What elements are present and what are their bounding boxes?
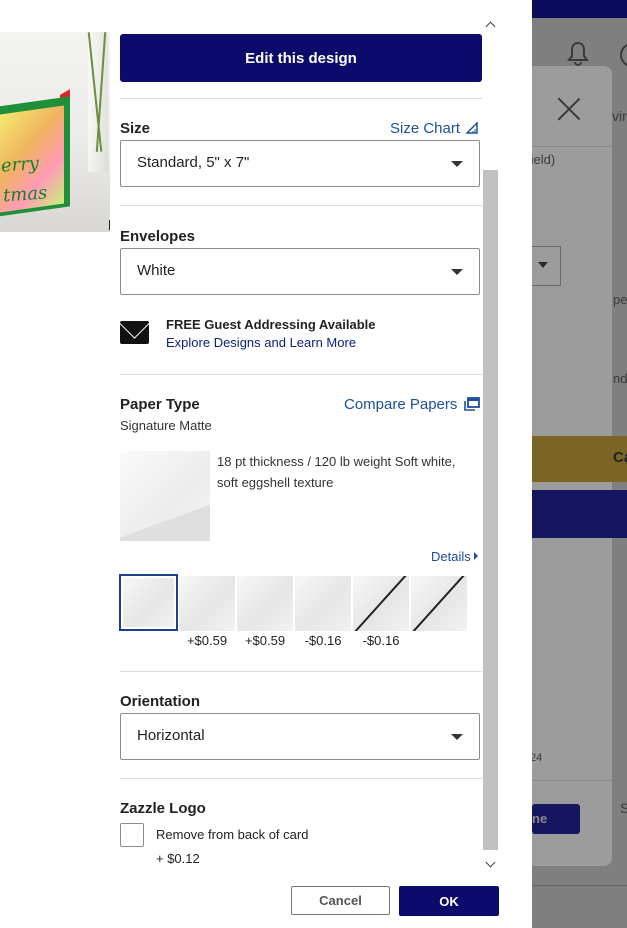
background-header-bar [532,0,627,18]
remove-logo-checkbox[interactable] [120,823,144,847]
divider [120,205,482,206]
scroll-down-arrow-icon[interactable] [486,860,496,870]
ok-button[interactable]: OK [399,886,499,916]
size-select-value: Standard, 5" x 7" [137,154,250,171]
caret-right-icon [473,552,478,560]
compare-papers-link-text: Compare Papers [344,396,458,413]
paper-swatch-unavailable[interactable] [411,576,467,631]
compare-papers-link[interactable]: Compare Papers [344,396,480,413]
product-preview-image: erry tmas [0,32,110,232]
remove-logo-price: + $0.12 [156,851,200,866]
paper-swatch[interactable] [179,576,235,631]
orientation-select[interactable]: Horizontal [120,713,480,760]
bg-text-pe: pe [613,292,627,307]
bg-done-button: ne [532,804,580,834]
paper-swatch-signature-matte[interactable] [119,574,178,631]
swatch-price: -$0.16 [304,633,342,648]
guest-addressing-title: FREE Guest Addressing Available [166,317,376,332]
paper-description: 18 pt thickness / 120 lb weight Soft whi… [217,454,456,490]
ruler-icon [465,121,478,134]
paper-type-label: Paper Type [120,396,200,413]
remove-logo-label[interactable]: Remove from back of card [156,827,308,842]
divider [120,778,482,779]
orientation-label: Orientation [120,693,201,710]
scroll-up-arrow-icon[interactable] [486,20,496,30]
bg-divider-2 [532,780,612,781]
scrollbar[interactable] [483,20,498,870]
open-window-icon [463,397,480,411]
chevron-down-icon [538,262,548,268]
paper-swatch[interactable] [237,576,293,631]
divider [120,374,482,375]
paper-swatch-unavailable[interactable] [353,576,409,631]
chevron-down-icon [451,734,463,740]
size-label: Size [120,120,151,137]
bg-select [532,246,561,286]
paper-swatch[interactable] [295,576,351,631]
swatch-price: -$0.16 [362,633,400,648]
bg-cta: Ca [532,436,627,482]
envelopes-label: Envelopes [120,228,196,245]
size-chart-link[interactable]: Size Chart [390,120,478,137]
envelope-icon [120,321,149,344]
paper-details-link[interactable]: Details [431,549,478,564]
scroll-thumb[interactable] [483,170,498,850]
close-icon [556,96,582,122]
chevron-down-icon [451,269,463,275]
zazzle-logo-label: Zazzle Logo [120,800,206,817]
card-greeting-text: erry tmas [0,149,48,212]
paper-type-selected: Signature Matte [120,418,212,433]
divider [120,671,482,672]
bg-divider [532,146,612,147]
bg-text-done: ne [532,811,548,826]
card-text-line1: erry [0,152,40,177]
explore-designs-link[interactable]: Explore Designs and Learn More [166,335,356,350]
paper-details-link-text: Details [431,549,471,564]
bg-bottom-divider [532,885,627,886]
swatch-price: +$0.59 [244,633,286,648]
cancel-button[interactable]: Cancel [291,886,390,915]
divider [120,98,482,99]
envelopes-select-value: White [137,262,176,279]
orientation-select-value: Horizontal [137,727,205,744]
card-text-line2: tmas [2,182,48,207]
size-chart-link-text: Size Chart [390,120,461,137]
chevron-down-icon [451,161,463,167]
bg-text-nd: nd [613,371,627,386]
bg-text-vin: vin [612,108,627,124]
size-select[interactable]: Standard, 5" x 7" [120,140,480,187]
bg-text-ca: Ca [613,449,627,466]
envelopes-select[interactable]: White [120,248,480,295]
bg-text-s: S [620,800,627,816]
bg-navy-button [532,490,627,538]
account-icon [618,42,627,74]
swatch-price: +$0.59 [186,633,228,648]
edit-design-button[interactable]: Edit this design [120,34,482,82]
paper-sample-image [120,451,210,541]
